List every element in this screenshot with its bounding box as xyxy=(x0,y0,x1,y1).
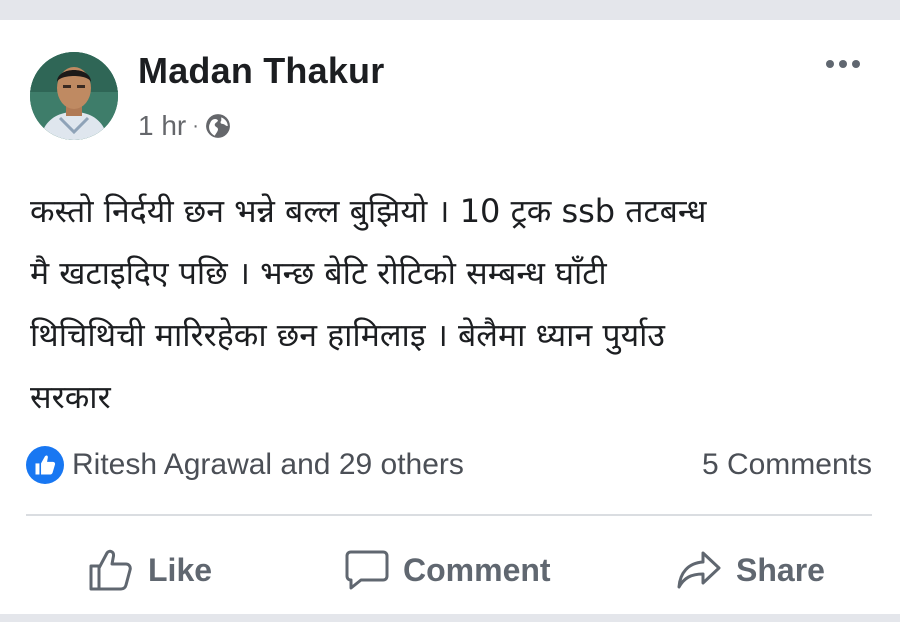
reactions-summary[interactable]: Ritesh Agrawal and 29 others xyxy=(26,446,464,484)
like-reaction-icon xyxy=(26,446,64,484)
post-time[interactable]: 1 hr xyxy=(138,110,186,142)
thumbs-up-icon xyxy=(89,549,132,591)
share-arrow-icon xyxy=(677,551,721,589)
post-text-line: मै खटाइदिए पछि । भन्छ बेटि रोटिको सम्बन्… xyxy=(30,254,607,292)
globe-icon[interactable] xyxy=(205,113,231,139)
more-dots-icon[interactable] xyxy=(826,54,860,74)
post-text-line: कस्तो निर्दयी छन भन्ने बल्ल बुझियो । 10 … xyxy=(30,192,707,230)
action-bar: Like Comment Share xyxy=(0,536,900,604)
share-button[interactable]: Share xyxy=(676,550,825,590)
meta-separator: · xyxy=(192,114,199,137)
post-text-line: थिचिथिची मारिरहेका छन हामिलाइ । बेलैमा ध… xyxy=(30,316,665,354)
comment-icon xyxy=(345,550,389,590)
author-name[interactable]: Madan Thakur xyxy=(138,50,384,92)
avatar[interactable] xyxy=(30,52,118,140)
like-button[interactable]: Like xyxy=(88,548,212,592)
divider xyxy=(26,514,872,516)
comments-count[interactable]: 5 Comments xyxy=(702,448,872,482)
reactions-summary-text: Ritesh Agrawal and 29 others xyxy=(72,448,464,481)
avatar-image xyxy=(30,52,118,140)
comment-label: Comment xyxy=(403,551,551,588)
post-meta: 1 hr · xyxy=(138,108,231,144)
comment-button[interactable]: Comment xyxy=(345,549,551,591)
post-text: कस्तो निर्दयी छन भन्ने बल्ल बुझियो । 10 … xyxy=(30,180,880,428)
post-card: Madan Thakur 1 hr · कस्तो निर्दयी छन भन्… xyxy=(0,20,900,614)
like-label: Like xyxy=(148,551,213,588)
post-text-line: सरकार xyxy=(30,378,111,416)
reactions-bar: Ritesh Agrawal and 29 others 5 Comments xyxy=(26,442,872,488)
share-label: Share xyxy=(736,551,825,588)
